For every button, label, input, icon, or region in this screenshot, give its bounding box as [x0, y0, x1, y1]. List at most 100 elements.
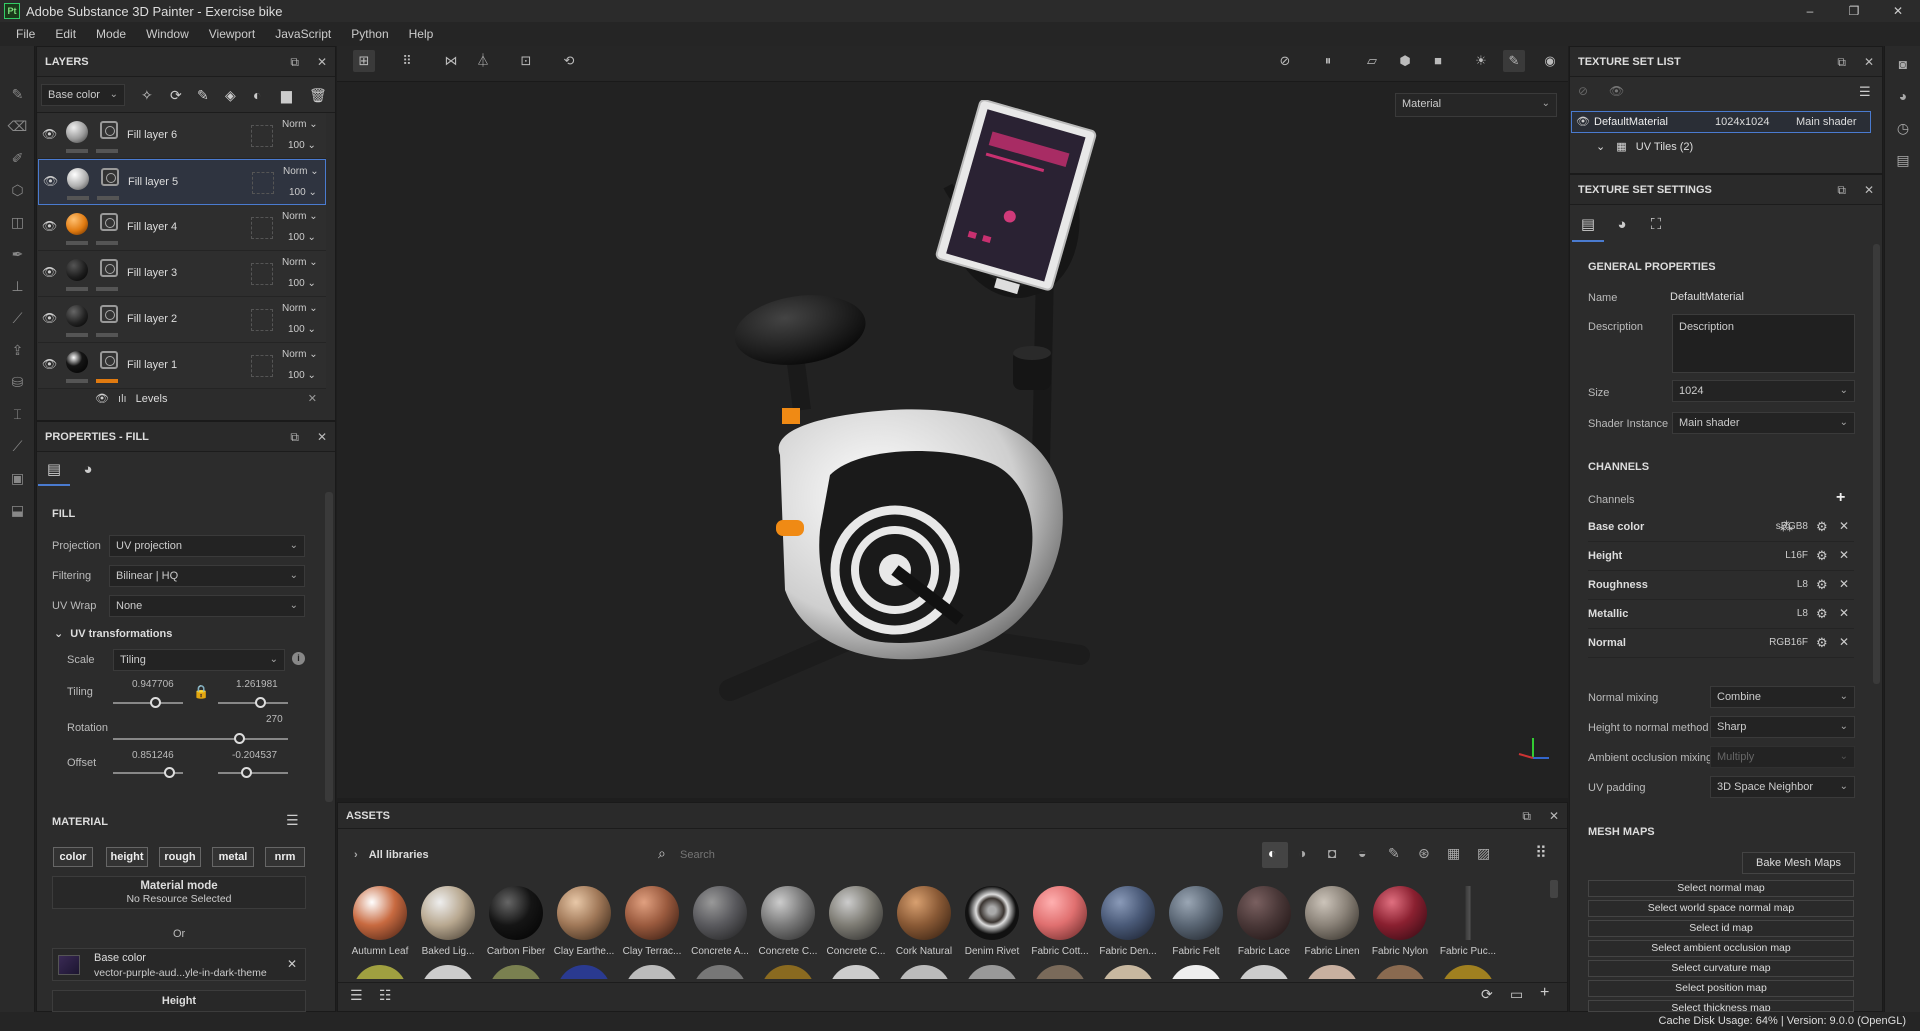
- layer-name[interactable]: Fill layer 6: [127, 129, 177, 141]
- asset-tile[interactable]: Concrete C...: [756, 886, 820, 966]
- blend-mode[interactable]: Norm ⌄: [283, 166, 319, 177]
- select-curvature-map-button[interactable]: Select curvature map: [1588, 960, 1854, 977]
- history-icon[interactable]: ⟲: [558, 50, 580, 72]
- asset-preview[interactable]: [965, 965, 1019, 979]
- add-folder-icon[interactable]: ▆: [281, 87, 292, 104]
- asset-preview[interactable]: [1033, 965, 1087, 979]
- uv-padding-select[interactable]: 3D Space Neighbor ⌄: [1710, 776, 1855, 798]
- select-id-map-button[interactable]: Select id map: [1588, 920, 1854, 937]
- menu-mode[interactable]: Mode: [86, 27, 136, 41]
- channel-select[interactable]: Base color ⌄: [41, 84, 125, 106]
- channel-settings-icon[interactable]: ⚙: [1816, 519, 1828, 535]
- tiling-u-slider[interactable]: [113, 702, 183, 704]
- pause-icon[interactable]: ⏸: [1317, 50, 1339, 72]
- close-panel-icon[interactable]: ✕: [1864, 55, 1874, 69]
- smart-material-icon[interactable]: ◑: [1298, 845, 1306, 861]
- offset-v-slider[interactable]: [218, 772, 288, 774]
- eraser-icon[interactable]: ⌫: [0, 110, 35, 142]
- menu-help[interactable]: Help: [399, 27, 444, 41]
- visibility-eye-icon[interactable]: 👁: [42, 311, 58, 325]
- grid-layout-icon[interactable]: ⠿: [1535, 843, 1547, 863]
- asset-tile[interactable]: Clay Terrac...: [620, 886, 684, 966]
- color-picker-icon[interactable]: ⟋: [0, 302, 35, 334]
- mask-icon[interactable]: [100, 121, 118, 139]
- menu-viewport[interactable]: Viewport: [199, 27, 265, 41]
- tiling-u-knob[interactable]: [150, 697, 161, 708]
- projection-select[interactable]: UV projection ⌄: [109, 535, 305, 557]
- offset-v-knob[interactable]: [241, 767, 252, 778]
- smudge-icon[interactable]: ◫: [0, 206, 35, 238]
- rotation-knob[interactable]: [234, 733, 245, 744]
- pattern-filter-icon[interactable]: ▦: [1447, 845, 1460, 862]
- shader-instance-select[interactable]: Main shader ⌄: [1672, 412, 1855, 434]
- asset-tile[interactable]: Autumn Leaf: [348, 886, 412, 966]
- uvwrap-select[interactable]: None ⌄: [109, 595, 305, 617]
- blend-mode[interactable]: Norm ⌄: [282, 211, 318, 222]
- material-mode-slot[interactable]: Material mode No Resource Selected: [52, 876, 306, 909]
- remove-channel-icon[interactable]: ✕: [1839, 548, 1849, 562]
- blend-mode[interactable]: Norm ⌄: [282, 303, 318, 314]
- frame-icon[interactable]: ⊡: [515, 50, 537, 72]
- bake-icon[interactable]: ⛁: [0, 366, 35, 398]
- asset-preview[interactable]: [557, 965, 611, 979]
- add-asset-icon[interactable]: +: [1540, 984, 1549, 1002]
- lock-icon[interactable]: 🔒: [193, 684, 209, 700]
- rotation-value[interactable]: 270: [266, 714, 283, 725]
- remove-channel-icon[interactable]: ✕: [1839, 635, 1849, 649]
- settings-scrollbar[interactable]: [1873, 244, 1880, 684]
- layer-opacity[interactable]: 100 ⌄: [288, 278, 316, 289]
- export-icon[interactable]: ⇪: [0, 334, 35, 366]
- close-panel-icon[interactable]: ✕: [317, 430, 327, 444]
- stamp-icon[interactable]: ⊥: [0, 270, 35, 302]
- effect-row[interactable]: 👁 ılı Levels ✕: [95, 392, 325, 410]
- channel-row[interactable]: Normal RGB16F ⚙ ✕: [1588, 630, 1854, 658]
- info-icon[interactable]: i: [292, 652, 305, 665]
- channel-format[interactable]: L8: [1738, 579, 1808, 590]
- projection-icon[interactable]: ✐: [0, 142, 35, 174]
- generator-icon[interactable]: ◒: [1358, 845, 1366, 861]
- channel-row[interactable]: Roughness L8 ⚙ ✕: [1588, 572, 1854, 600]
- select-position-map-button[interactable]: Select position map: [1588, 980, 1854, 997]
- polygon-fill-icon[interactable]: ⬡: [0, 174, 35, 206]
- mask-filter-icon[interactable]: ◘: [1328, 845, 1336, 861]
- texture-set-row[interactable]: 👁 DefaultMaterial 1024x1024 Main shader: [1571, 111, 1871, 133]
- material-tab-icon[interactable]: ◕: [72, 456, 104, 486]
- asset-preview[interactable]: [693, 965, 747, 979]
- visibility-eye-icon[interactable]: 👁: [42, 127, 58, 141]
- assets-scrollbar[interactable]: [1550, 880, 1558, 898]
- menu-edit[interactable]: Edit: [45, 27, 86, 41]
- channel-settings-icon[interactable]: ⚙: [1816, 635, 1828, 651]
- channel-row[interactable]: Height L16F ⚙ ✕: [1588, 543, 1854, 571]
- detail-view-icon[interactable]: ☷: [379, 987, 392, 1004]
- environment-filter-icon[interactable]: ▨: [1477, 845, 1490, 862]
- layer-name[interactable]: Fill layer 5: [128, 176, 178, 188]
- layer-name[interactable]: Fill layer 1: [127, 359, 177, 371]
- select-thickness-map-button[interactable]: Select thickness map: [1588, 1000, 1854, 1012]
- properties-scrollbar[interactable]: [325, 492, 333, 802]
- asset-tile[interactable]: Clay Earthe...: [552, 886, 616, 966]
- view-2d-icon[interactable]: ▱: [1361, 50, 1383, 72]
- texture-filter-icon[interactable]: ⊛: [1418, 845, 1430, 862]
- float-icon[interactable]: ⧉: [290, 430, 299, 445]
- asset-tile[interactable]: Carbon Fiber: [484, 886, 548, 966]
- mask-icon[interactable]: [101, 168, 119, 186]
- add-material-icon[interactable]: ◐: [253, 87, 261, 103]
- mask-icon[interactable]: [100, 305, 118, 323]
- tile-view-icon[interactable]: ⠿: [396, 50, 418, 72]
- asset-tile[interactable]: Concrete C...: [824, 886, 888, 966]
- remove-channel-icon[interactable]: ✕: [1839, 606, 1849, 620]
- channel-format[interactable]: L8: [1738, 608, 1808, 619]
- layer-row[interactable]: 👁 Fill layer 1 Norm ⌄ 100 ⌄: [38, 343, 326, 389]
- close-panel-icon[interactable]: ✕: [1549, 809, 1559, 823]
- grid-view-icon[interactable]: ⊞: [353, 50, 375, 72]
- remove-channel-icon[interactable]: ✕: [1839, 519, 1849, 533]
- blend-mode[interactable]: Norm ⌄: [282, 119, 318, 130]
- layer-name[interactable]: Fill layer 2: [127, 313, 177, 325]
- new-folder-icon[interactable]: ▭: [1510, 986, 1523, 1003]
- search-input[interactable]: [680, 844, 1000, 866]
- uv-tab-icon[interactable]: ⛶: [1640, 210, 1672, 242]
- asset-tile[interactable]: Fabric Cott...: [1028, 886, 1092, 966]
- settings-tab-icon[interactable]: ▤: [1572, 210, 1604, 242]
- uv-tiles-row[interactable]: ⌄ ▦ UV Tiles (2): [1596, 140, 1693, 153]
- layer-row[interactable]: 👁 Fill layer 6 Norm ⌄ 100 ⌄: [38, 113, 326, 159]
